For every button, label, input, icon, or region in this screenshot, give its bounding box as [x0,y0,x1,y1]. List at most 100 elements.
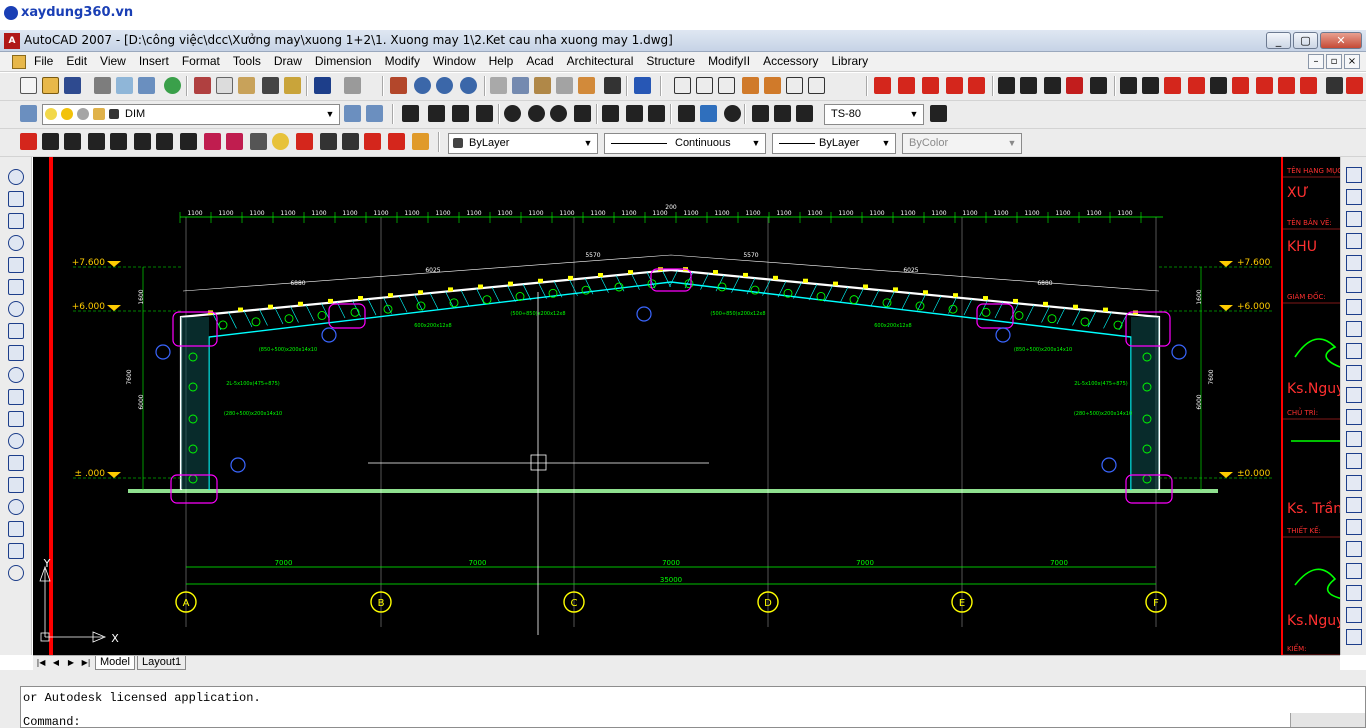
dim-ordinate-icon[interactable] [476,105,493,122]
menu-accessory[interactable]: Accessory [763,54,818,68]
calculator-icon[interactable] [604,77,621,94]
minimize-button[interactable]: _ [1266,32,1291,49]
level-marker-3-icon[interactable] [946,77,963,94]
next-tab-icon[interactable]: ▶ [65,657,77,669]
menu-structure[interactable]: Structure [646,54,695,68]
dim-update-icon[interactable] [796,105,813,122]
level-marker-0-icon[interactable] [874,77,891,94]
match-properties-icon[interactable] [262,77,279,94]
point-icon[interactable] [8,455,24,471]
menu-format[interactable]: Format [182,54,220,68]
globe-icon[interactable] [164,77,181,94]
spline-icon[interactable] [8,345,24,361]
fillet-icon[interactable] [1346,497,1362,513]
revision-cloud-icon[interactable] [8,323,24,339]
zoom-previous-icon[interactable] [460,77,477,94]
markup-icon[interactable] [578,77,595,94]
dim-radius-icon[interactable] [504,105,521,122]
zigzag-icon[interactable] [1142,77,1159,94]
bulb-icon[interactable] [272,133,289,150]
text-style-icon[interactable] [718,77,735,94]
layer-select[interactable]: DIM ▼ [42,104,340,125]
break-at-point-icon[interactable] [1346,409,1362,425]
weld-icon[interactable] [1164,77,1181,94]
cad-drawing[interactable]: A B C D E F 7000 7000 7000 7000 7000 35000 1100 1100 1… [33,157,1340,655]
send-back-icon[interactable] [1346,563,1362,579]
gradient-icon[interactable] [8,499,24,515]
dim-aligned-icon[interactable] [428,105,445,122]
arc-icon[interactable] [1120,77,1137,94]
dim-text-edit-icon[interactable] [774,105,791,122]
custom-tool-6-icon[interactable] [156,133,173,150]
prev-tab-icon[interactable]: ◀ [50,657,62,669]
autocad-app-icon[interactable]: A [4,33,20,49]
chevron-down-icon[interactable]: ▼ [323,107,337,122]
diamond-icon[interactable] [1256,77,1273,94]
tab-layout1[interactable]: Layout1 [137,656,187,670]
close-button[interactable]: ✕ [1320,32,1362,49]
save-icon[interactable] [64,77,81,94]
custom-tool-0-icon[interactable] [20,133,37,150]
level-marker-2-icon[interactable] [922,77,939,94]
help-icon[interactable] [634,77,651,94]
spell-icon[interactable] [764,77,781,94]
layer-previous-icon[interactable] [366,105,383,122]
stretch-icon[interactable] [1346,343,1362,359]
tolerance-icon[interactable] [700,105,717,122]
plot-icon[interactable] [94,77,111,94]
lock-icon[interactable] [204,133,221,150]
text-icon[interactable] [674,77,691,94]
ellipse-icon[interactable] [8,367,24,383]
scale-icon[interactable] [1346,321,1362,337]
publish-icon[interactable] [138,77,155,94]
menu-modifyii[interactable]: ModifyII [708,54,750,68]
drawing-area[interactable]: A B C D E F 7000 7000 7000 7000 7000 35000 1100 1100 1… [33,157,1340,655]
color-select[interactable]: ByLayer ▼ [448,133,598,154]
level-marker-4-icon[interactable] [968,77,985,94]
quick-dim-icon[interactable] [602,105,619,122]
custom-tool-1-icon[interactable] [42,133,59,150]
doc-restore-button[interactable]: ▫ [1326,54,1342,69]
menu-modify[interactable]: Modify [385,54,420,68]
fraction-icon[interactable] [1066,77,1083,94]
polygon-icon[interactable] [8,235,24,251]
menu-dimension[interactable]: Dimension [315,54,372,68]
copy-icon[interactable] [216,77,233,94]
menu-view[interactable]: View [100,54,126,68]
menu-help[interactable]: Help [489,54,514,68]
menu-draw[interactable]: Draw [274,54,302,68]
custom-tool-8-icon[interactable] [296,133,313,150]
chevron-down-icon[interactable]: ▼ [907,107,921,122]
menu-insert[interactable]: Insert [139,54,169,68]
rectangle-icon[interactable] [8,257,24,273]
properties-icon[interactable] [490,77,507,94]
break-icon[interactable] [1346,431,1362,447]
menu-file[interactable]: File [34,54,53,68]
linetype-select[interactable]: Continuous ▼ [604,133,766,154]
trim-icon[interactable] [1346,365,1362,381]
command-window[interactable]: or Autodesk licensed application. Comman… [20,686,1366,728]
custom-tool-10-icon[interactable] [342,133,359,150]
menu-acad[interactable]: Acad [526,54,553,68]
maximize-button[interactable]: ▢ [1293,32,1318,49]
sheet-set-icon[interactable] [556,77,573,94]
properties-small-icon[interactable] [1346,607,1362,623]
make-current-icon[interactable] [344,105,361,122]
dim-diameter-icon[interactable] [550,105,567,122]
abc-small-icon[interactable] [1090,77,1107,94]
chevron-down-icon[interactable]: ▼ [581,136,595,151]
move-icon[interactable] [1346,277,1362,293]
custom-tool-12-icon[interactable] [388,133,405,150]
more-icon[interactable] [1346,77,1363,94]
lineweight-select[interactable]: ByLayer ▼ [772,133,896,154]
command-prompt[interactable]: Command: [23,715,81,728]
doc-minimize-button[interactable]: – [1308,54,1324,69]
erase-icon[interactable] [1346,167,1362,183]
construction-line-icon[interactable] [8,191,24,207]
offset-icon[interactable] [1346,233,1362,249]
block-editor-icon[interactable] [284,77,301,94]
tab-model[interactable]: Model [95,656,135,670]
chevron-down-icon[interactable]: ▼ [749,136,763,151]
find-icon[interactable] [742,77,759,94]
pin-icon[interactable] [1044,77,1061,94]
